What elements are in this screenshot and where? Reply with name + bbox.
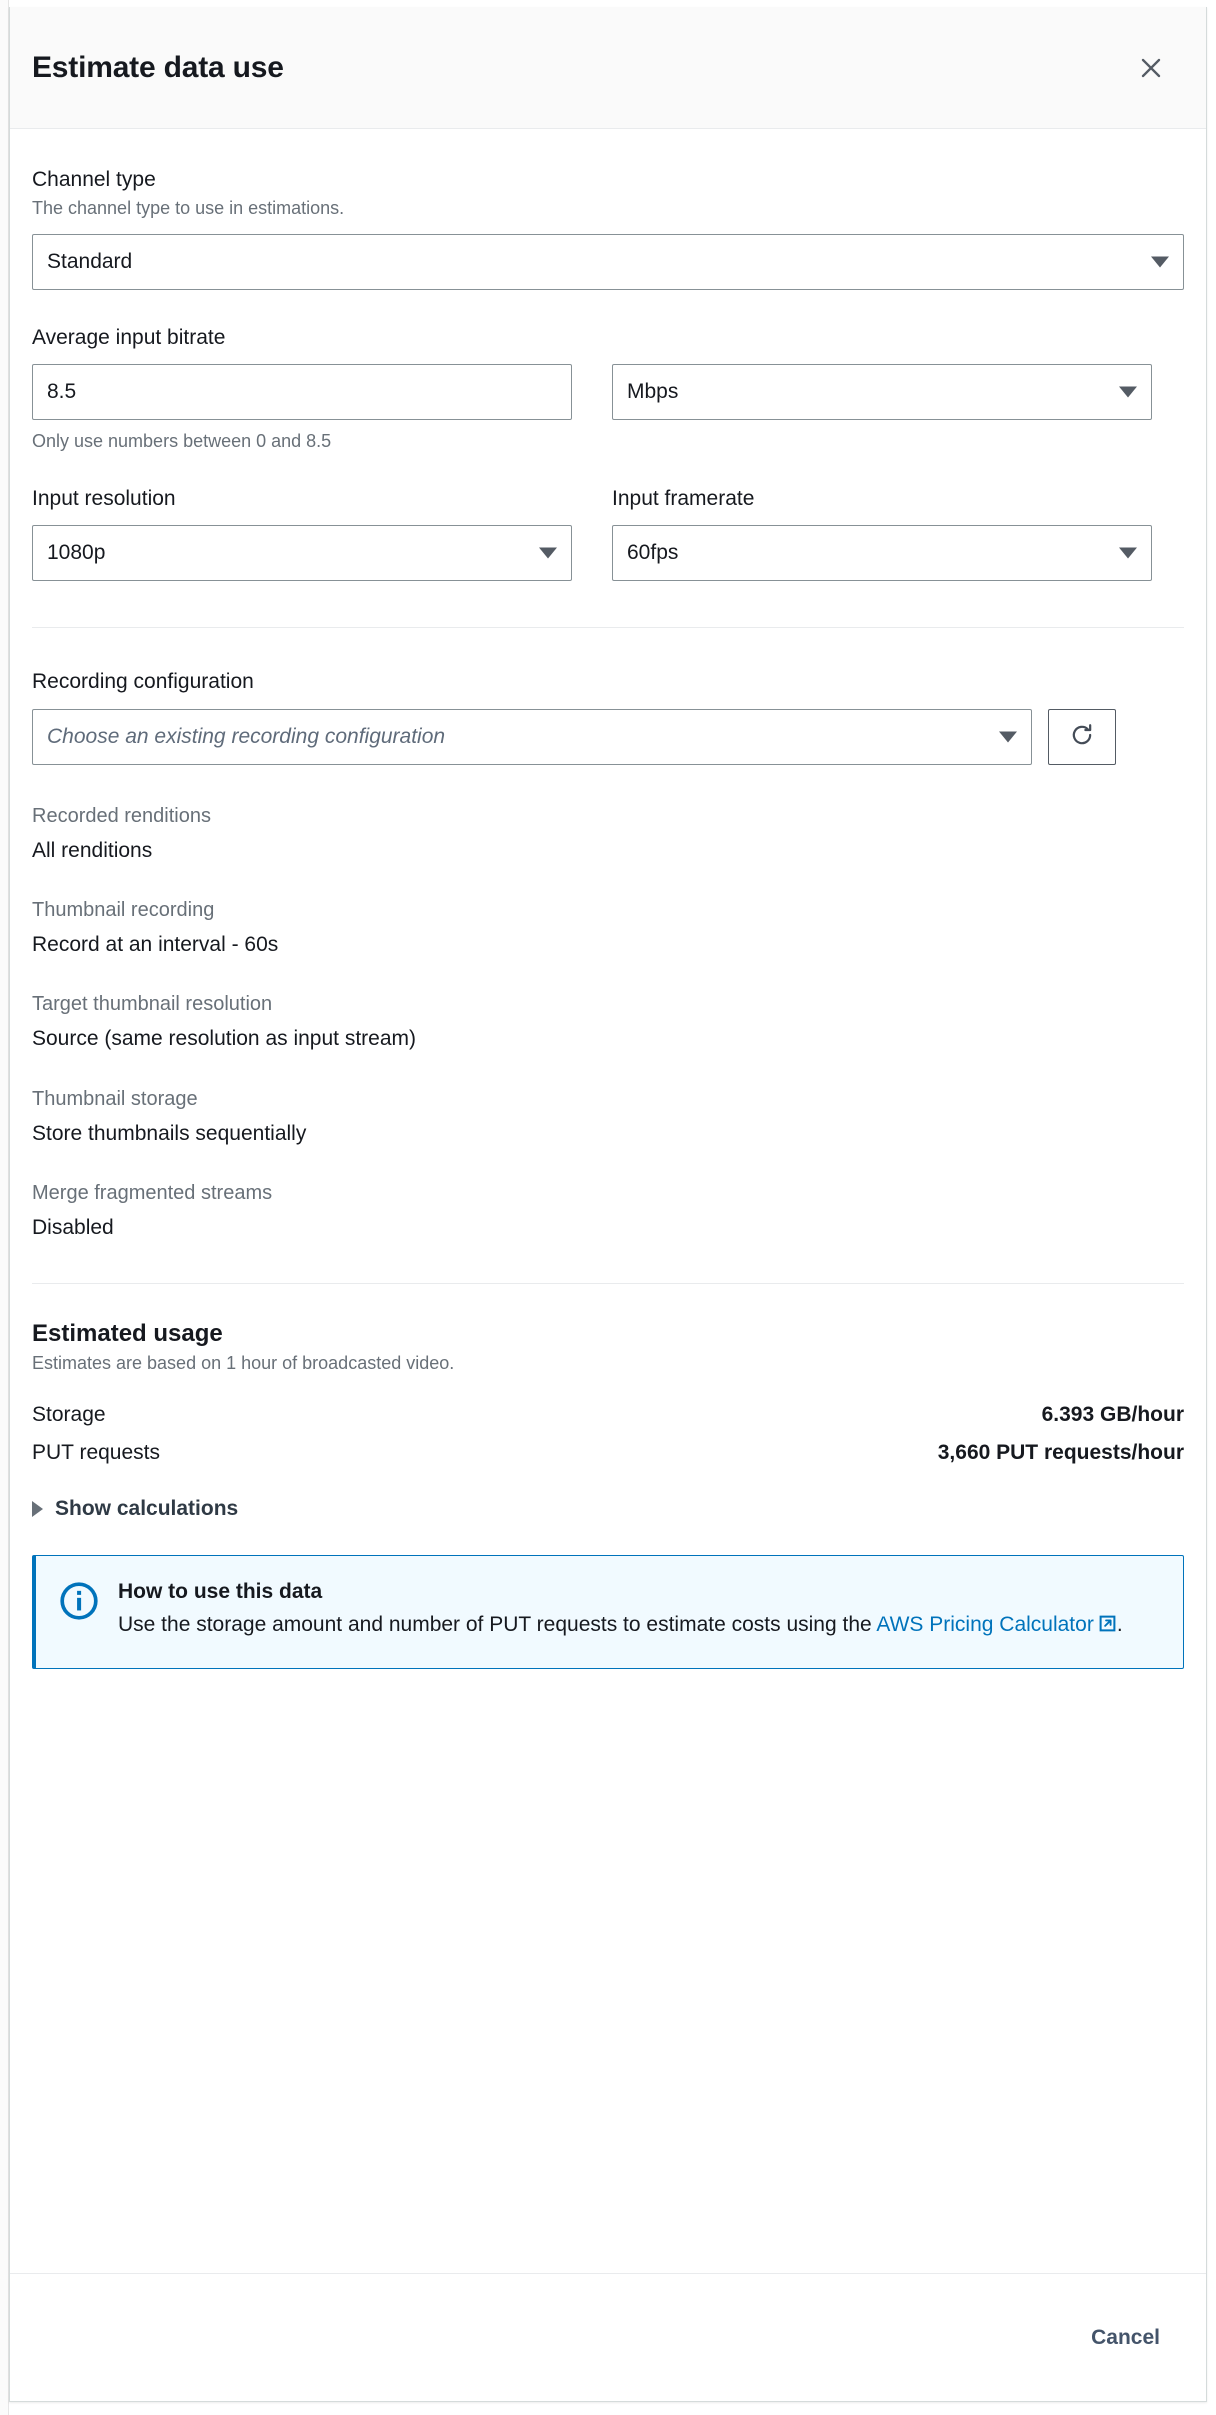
usage-value: 6.393 GB/hour — [1042, 1403, 1184, 1427]
detail-value: Source (same resolution as input stream) — [32, 1025, 1184, 1052]
bitrate-input-value: 8.5 — [47, 380, 76, 404]
detail-key: Target thumbnail resolution — [32, 991, 1184, 1017]
backdrop-left-edge — [0, 0, 9, 2415]
resolution-framerate-section: Input resolution 1080p Input framerate 6… — [10, 453, 1206, 627]
close-icon — [1138, 55, 1164, 81]
detail-item: Thumbnail storage Store thumbnails seque… — [32, 1086, 1184, 1147]
show-calculations-toggle[interactable]: Show calculations — [32, 1497, 238, 1521]
detail-item: Thumbnail recording Record at an interva… — [32, 897, 1184, 958]
chevron-right-icon — [32, 1501, 43, 1517]
refresh-icon — [1068, 721, 1096, 752]
detail-value: Disabled — [32, 1214, 1184, 1241]
detail-item: Merge fragmented streams Disabled — [32, 1180, 1184, 1241]
recording-configuration-placeholder: Choose an existing recording configurati… — [47, 725, 445, 749]
refresh-button[interactable] — [1048, 709, 1116, 765]
show-calculations-label: Show calculations — [55, 1497, 238, 1521]
modal-body: Channel type The channel type to use in … — [10, 129, 1206, 2273]
input-resolution-label: Input resolution — [32, 485, 572, 512]
info-icon — [58, 1578, 100, 1642]
input-framerate-select[interactable]: 60fps — [612, 525, 1152, 581]
info-callout: How to use this data Use the storage amo… — [32, 1555, 1184, 1669]
callout-text-before: Use the storage amount and number of PUT… — [118, 1613, 876, 1636]
chevron-down-icon — [999, 731, 1017, 742]
channel-type-label: Channel type — [32, 166, 1184, 193]
recording-configuration-section: Recording configuration Choose an existi… — [10, 628, 1206, 1241]
recording-configuration-select[interactable]: Choose an existing recording configurati… — [32, 709, 1032, 765]
external-link-icon — [1098, 1611, 1117, 1643]
detail-item: Recorded renditions All renditions — [32, 803, 1184, 864]
channel-type-description: The channel type to use in estimations. — [32, 196, 1184, 220]
input-framerate-value: 60fps — [627, 541, 678, 565]
usage-row: Storage 6.393 GB/hour — [32, 1403, 1184, 1427]
estimate-data-use-modal: Estimate data use Channel type The chann… — [9, 7, 1207, 2402]
average-input-bitrate-section: Average input bitrate 8.5 Mbps Only use … — [10, 290, 1206, 454]
link-label: AWS Pricing Calculator — [876, 1613, 1093, 1636]
bitrate-unit-value: Mbps — [627, 380, 678, 404]
callout-text-after: . — [1117, 1613, 1123, 1636]
average-input-bitrate-label: Average input bitrate — [32, 324, 1184, 351]
estimated-usage-section: Estimated usage Estimates are based on 1… — [10, 1284, 1206, 1669]
detail-value: All renditions — [32, 837, 1184, 864]
detail-key: Thumbnail storage — [32, 1086, 1184, 1112]
channel-type-section: Channel type The channel type to use in … — [10, 129, 1206, 290]
bitrate-unit-select[interactable]: Mbps — [612, 364, 1152, 420]
usage-row: PUT requests 3,660 PUT requests/hour — [32, 1441, 1184, 1465]
detail-value: Record at an interval - 60s — [32, 931, 1184, 958]
channel-type-select[interactable]: Standard — [32, 234, 1184, 290]
modal-header: Estimate data use — [10, 7, 1206, 129]
channel-type-value: Standard — [47, 250, 132, 274]
estimated-usage-subtitle: Estimates are based on 1 hour of broadca… — [32, 1353, 1184, 1374]
usage-label: PUT requests — [32, 1441, 160, 1465]
close-button[interactable] — [1128, 45, 1174, 91]
input-resolution-value: 1080p — [47, 541, 105, 565]
detail-value: Store thumbnails sequentially — [32, 1120, 1184, 1147]
detail-key: Recorded renditions — [32, 803, 1184, 829]
cancel-button[interactable]: Cancel — [1077, 2316, 1174, 2360]
chevron-down-icon — [1119, 548, 1137, 559]
channel-type-field: Channel type The channel type to use in … — [32, 166, 1184, 290]
detail-item: Target thumbnail resolution Source (same… — [32, 991, 1184, 1052]
chevron-down-icon — [1119, 386, 1137, 397]
detail-key: Thumbnail recording — [32, 897, 1184, 923]
chevron-down-icon — [539, 548, 557, 559]
estimated-usage-title: Estimated usage — [32, 1320, 1184, 1348]
bitrate-hint: Only use numbers between 0 and 8.5 — [32, 429, 1184, 453]
chevron-down-icon — [1151, 256, 1169, 267]
usage-label: Storage — [32, 1403, 106, 1427]
modal-footer: Cancel — [10, 2273, 1206, 2401]
callout-title: How to use this data — [118, 1578, 1159, 1606]
page-title: Estimate data use — [32, 51, 1128, 85]
usage-value: 3,660 PUT requests/hour — [938, 1441, 1184, 1465]
recording-details-list: Recorded renditions All renditions Thumb… — [32, 803, 1184, 1241]
input-resolution-select[interactable]: 1080p — [32, 525, 572, 581]
recording-configuration-label: Recording configuration — [32, 668, 1184, 695]
detail-key: Merge fragmented streams — [32, 1180, 1184, 1206]
callout-text: Use the storage amount and number of PUT… — [118, 1609, 1159, 1643]
bitrate-input[interactable]: 8.5 — [32, 364, 572, 420]
aws-pricing-calculator-link[interactable]: AWS Pricing Calculator — [876, 1613, 1116, 1636]
input-framerate-label: Input framerate — [612, 485, 1152, 512]
